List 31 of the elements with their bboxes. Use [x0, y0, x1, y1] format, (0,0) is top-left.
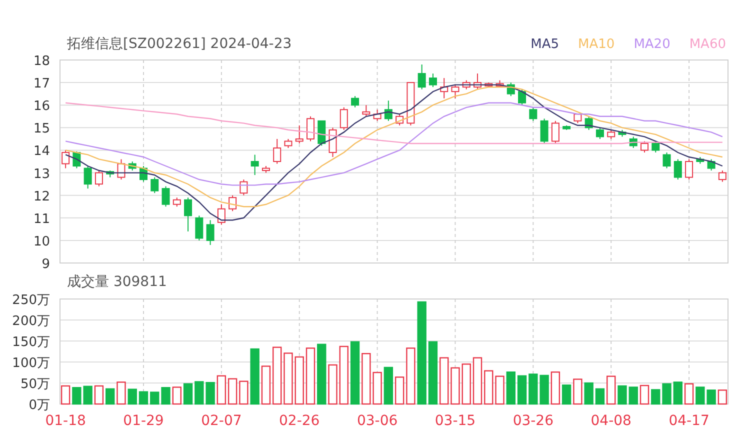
date-label: 03-06 [356, 413, 398, 429]
date-label: 01-18 [45, 413, 86, 429]
legend-label: MA10 [578, 36, 615, 52]
axis-label: 250万 [12, 294, 50, 308]
date-label: 04-08 [590, 413, 632, 429]
date-label: 01-29 [123, 413, 164, 429]
date-label: 02-07 [201, 413, 242, 429]
axis-label: 15 [33, 122, 50, 137]
axis-label: 14 [33, 144, 50, 160]
axis-label: 13 [33, 166, 50, 182]
legend-label: MA20 [634, 36, 670, 52]
date-label: 03-15 [434, 413, 476, 429]
legend-label: MA60 [689, 36, 726, 52]
chart-title: 拓维信息[SZ002261] 2024-04-23 [67, 35, 292, 53]
axis-label: 17 [33, 76, 50, 92]
axis-label: 16 [33, 99, 50, 114]
axis-label: 150万 [12, 335, 50, 350]
axis-label: 9 [42, 257, 50, 270]
axis-label: 200万 [12, 314, 50, 329]
date-label: 03-26 [512, 413, 554, 429]
axis-label: 0万 [28, 398, 50, 413]
date-label: 04-17 [668, 413, 710, 429]
axis-label: 18 [33, 54, 50, 69]
axis-label: 10 [33, 234, 50, 250]
date-label: 02-26 [279, 413, 320, 429]
legend-label: MA5 [530, 36, 560, 52]
volume-title: 成交量 309811 [67, 273, 167, 291]
axis-label: 12 [33, 189, 50, 204]
axis-label: 11 [33, 212, 50, 227]
axis-label: 100万 [12, 356, 50, 371]
axis-label: 50万 [20, 377, 50, 392]
